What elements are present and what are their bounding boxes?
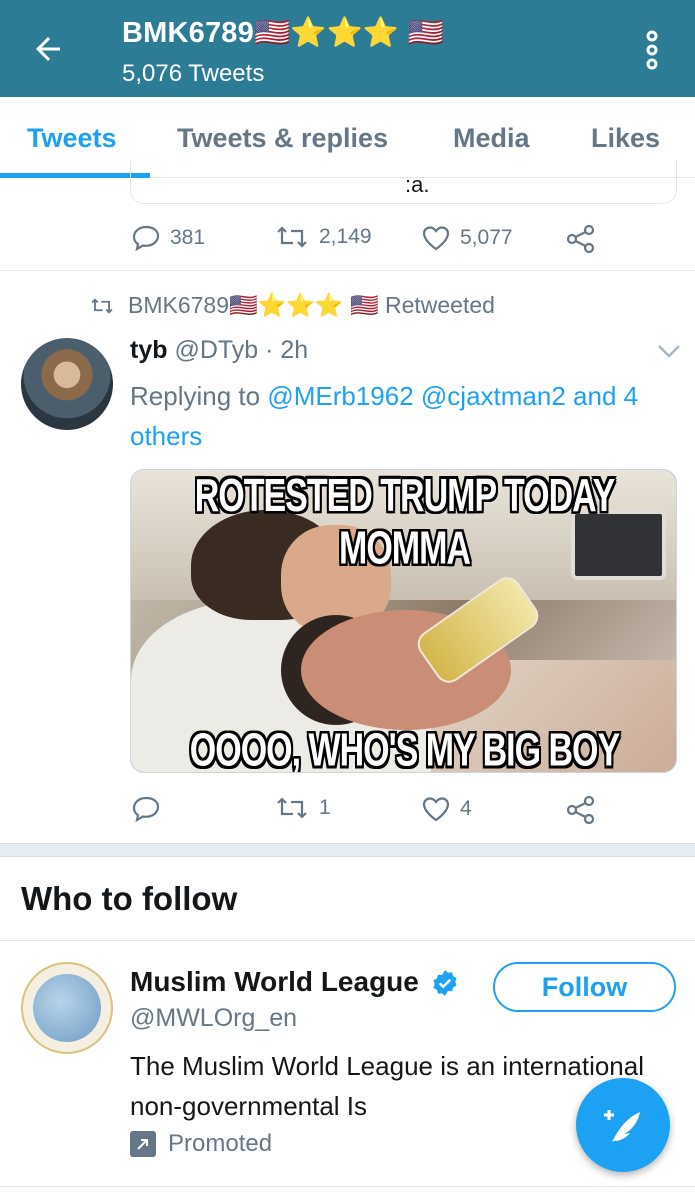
promoted-icon (130, 1131, 156, 1157)
like-button[interactable]: 5,077 (422, 225, 513, 251)
retweet-context-text: BMK6789🇺🇸⭐⭐⭐ 🇺🇸 Retweeted (128, 292, 495, 318)
tab-likes[interactable]: Likes (591, 123, 660, 154)
mention-link[interactable]: @cjaxtman2 (421, 381, 566, 411)
compose-feather-icon (604, 1110, 640, 1142)
reply-icon (132, 796, 160, 822)
tweet-divider (0, 270, 695, 271)
replying-to: Replying to @MErb1962 @cjaxtman2 and 4 o… (130, 376, 650, 456)
reply-button[interactable]: 381 (132, 225, 205, 251)
tweet-count: 5,076 Tweets (122, 60, 265, 87)
like-button[interactable]: 4 (422, 796, 472, 822)
retweet-count: 1 (319, 796, 331, 819)
tweet-media-image[interactable]: ROTESTED TRUMP TODAY MOMMA OOOO, WHO'S M… (130, 469, 677, 773)
follow-button[interactable]: Follow (493, 962, 676, 1012)
avatar[interactable] (21, 338, 113, 430)
tab-tweets[interactable]: Tweets (27, 123, 117, 154)
like-count: 4 (460, 797, 472, 820)
list-divider (0, 1186, 695, 1187)
share-button[interactable] (566, 225, 606, 253)
mention-link[interactable]: @MErb1962 (267, 381, 413, 411)
kebab-menu-icon[interactable] (641, 30, 663, 70)
retweet-icon (277, 226, 307, 248)
compose-tweet-button[interactable] (576, 1078, 670, 1172)
promoted-label: Promoted (130, 1130, 272, 1158)
active-tab-indicator (0, 173, 150, 178)
quoted-tweet-card[interactable] (130, 160, 677, 204)
tweet-author: tyb @DTyb · 2h (130, 336, 308, 365)
share-icon (566, 225, 595, 253)
heart-icon (422, 797, 450, 822)
account-name[interactable]: Muslim World League (130, 966, 419, 998)
share-button[interactable] (566, 796, 606, 824)
reply-icon (132, 225, 160, 251)
quoted-tweet-text: :a. (405, 172, 430, 197)
like-count: 5,077 (460, 226, 513, 249)
meme-bottom-caption: OOOO, WHO'S MY BIG BOY (189, 725, 620, 773)
retweet-icon (277, 797, 307, 819)
arrow-left-icon[interactable] (30, 31, 66, 67)
retweet-icon (91, 297, 113, 314)
author-name[interactable]: tyb (130, 336, 168, 364)
reply-count: 381 (170, 226, 206, 249)
share-icon (566, 796, 595, 824)
app-bar: BMK6789🇺🇸⭐⭐⭐ 🇺🇸 5,076 Tweets (0, 0, 695, 97)
globe-icon (33, 974, 101, 1042)
retweet-context: BMK6789🇺🇸⭐⭐⭐ 🇺🇸 Retweeted (90, 292, 495, 319)
tab-tweets-replies[interactable]: Tweets & replies (177, 123, 388, 154)
tab-media[interactable]: Media (453, 123, 530, 154)
verified-badge-icon (433, 970, 457, 996)
retweet-button[interactable]: 2,149 (275, 225, 372, 249)
section-separator (0, 843, 695, 857)
chevron-down-icon[interactable] (656, 343, 682, 359)
retweet-count: 2,149 (319, 225, 372, 248)
retweet-button[interactable]: 1 (275, 796, 331, 820)
promoted-text: Promoted (168, 1130, 273, 1157)
account-handle: @MWLOrg_en (130, 1004, 298, 1032)
replying-prefix: Replying to (130, 381, 268, 411)
section-divider (0, 940, 695, 941)
meme-top-caption: ROTESTED TRUMP TODAY MOMMA (194, 470, 616, 575)
heart-icon (422, 226, 450, 251)
profile-title: BMK6789🇺🇸⭐⭐⭐ 🇺🇸 (122, 17, 444, 49)
author-handle: @DTyb · 2h (174, 336, 309, 364)
who-to-follow-heading: Who to follow (21, 880, 238, 917)
reply-button[interactable] (132, 796, 170, 822)
